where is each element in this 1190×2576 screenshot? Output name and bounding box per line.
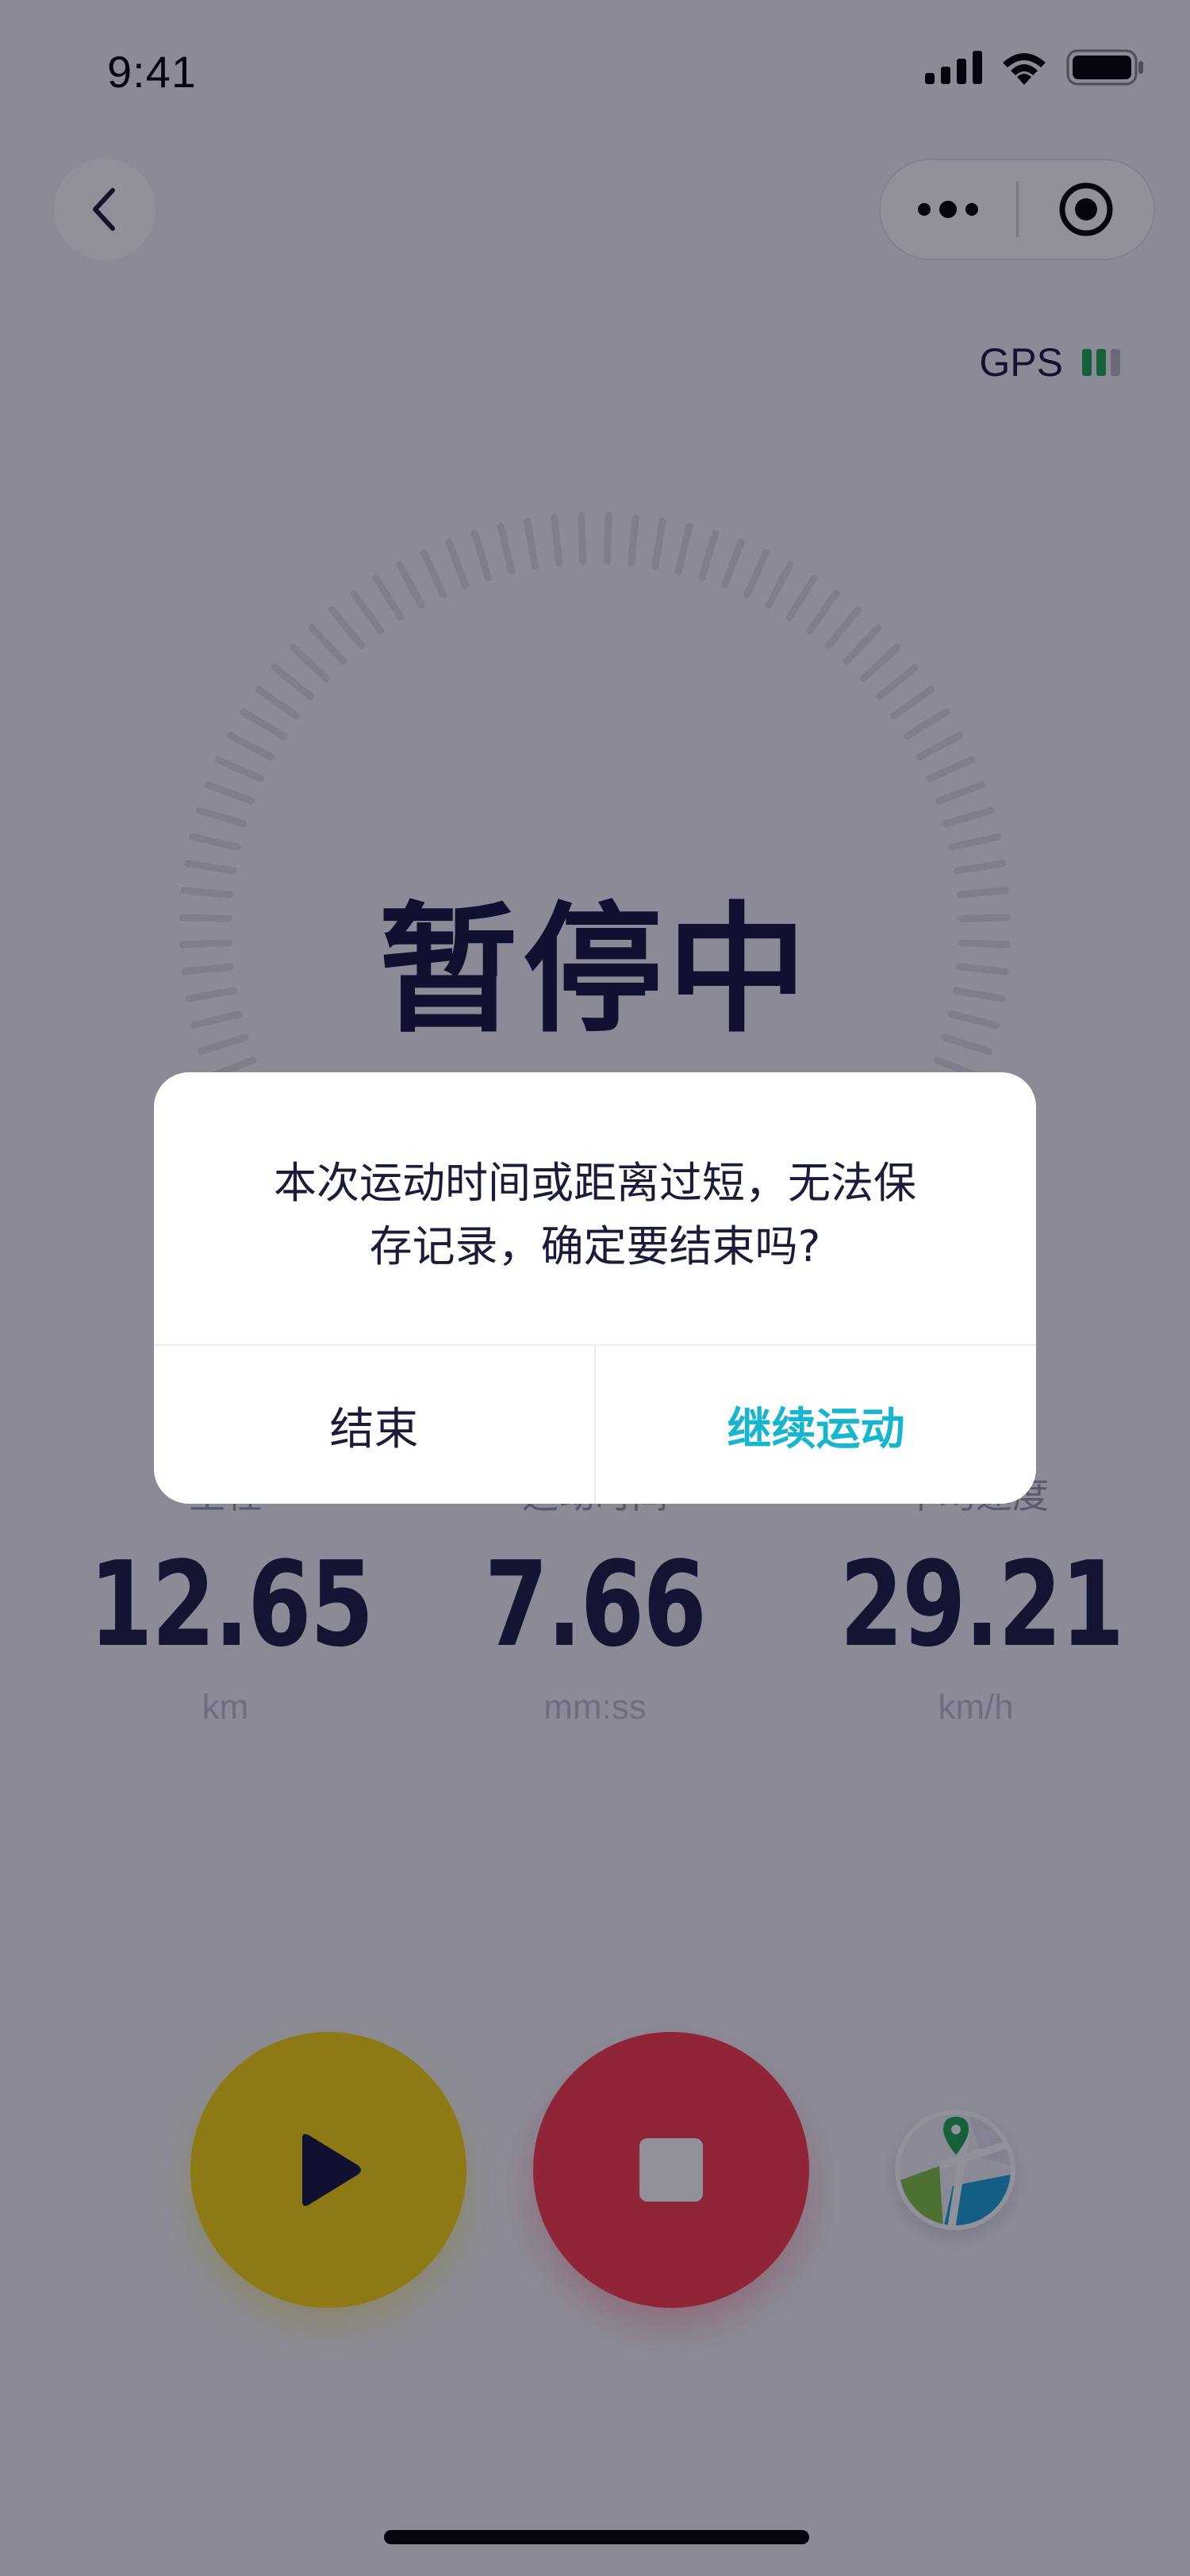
end-workout-dialog: 本次运动时间或距离过短，无法保 存记录，确定要结束吗? 结束 继续运动 <box>154 1072 1036 1504</box>
dialog-message: 本次运动时间或距离过短，无法保 存记录，确定要结束吗? <box>202 1152 988 1278</box>
dialog-footer: 结束 继续运动 <box>154 1344 1036 1504</box>
dialog-message-line: 存记录，确定要结束吗? <box>369 1221 821 1271</box>
end-button[interactable]: 结束 <box>154 1346 596 1504</box>
continue-workout-button[interactable]: 继续运动 <box>596 1346 1036 1504</box>
dialog-message-line: 本次运动时间或距离过短，无法保 <box>274 1158 916 1208</box>
